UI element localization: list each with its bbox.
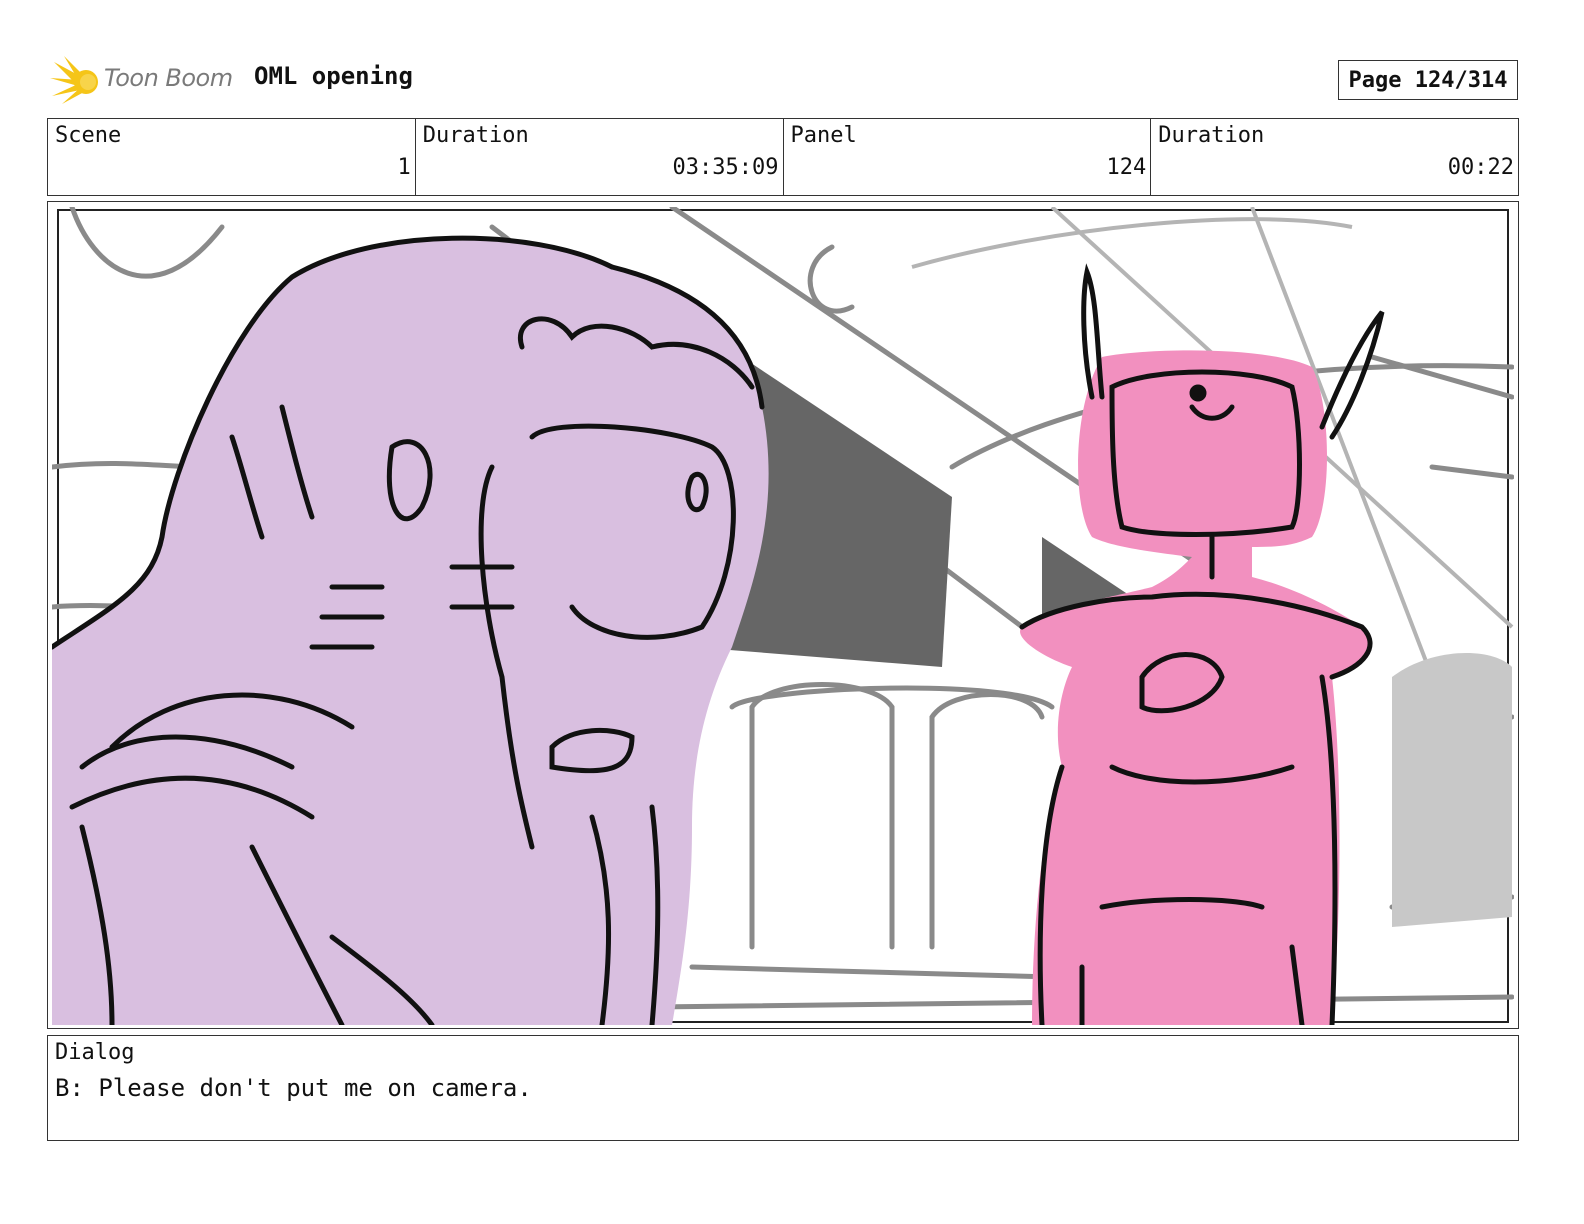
scene-value: 1 [397,155,411,180]
scene-duration-value: 03:35:09 [672,155,779,180]
page-indicator: Page 124/314 [1338,60,1518,100]
background-figure [1392,653,1512,927]
toon-boom-logo: Toon Boom [50,56,240,106]
panel-duration-value: 00:22 [1447,155,1514,180]
panel-info-table: Scene 1 Duration 03:35:09 Panel 124 Dura… [47,118,1519,196]
dialog-text: B: Please don't put me on camera. [55,1074,532,1102]
scene-label: Scene [55,123,122,148]
scene-duration-cell: Duration 03:35:09 [416,119,784,195]
panel-value: 124 [1106,155,1147,180]
storyboard-drawing [52,207,1514,1025]
logo-text: Toon Boom [104,64,233,92]
dialog-box: Dialog B: Please don't put me on camera. [47,1035,1519,1141]
starburst-icon [50,56,98,104]
panel-duration-label: Duration [1158,123,1265,148]
scene-cell: Scene 1 [48,119,416,195]
sketch-illustration [52,207,1514,1025]
dialog-label: Dialog [55,1040,135,1065]
panel-duration-cell: Duration 00:22 [1151,119,1518,195]
panel-cell: Panel 124 [784,119,1152,195]
scene-duration-label: Duration [422,123,529,148]
panel-label: Panel [790,123,857,148]
project-title: OML opening [254,62,413,90]
